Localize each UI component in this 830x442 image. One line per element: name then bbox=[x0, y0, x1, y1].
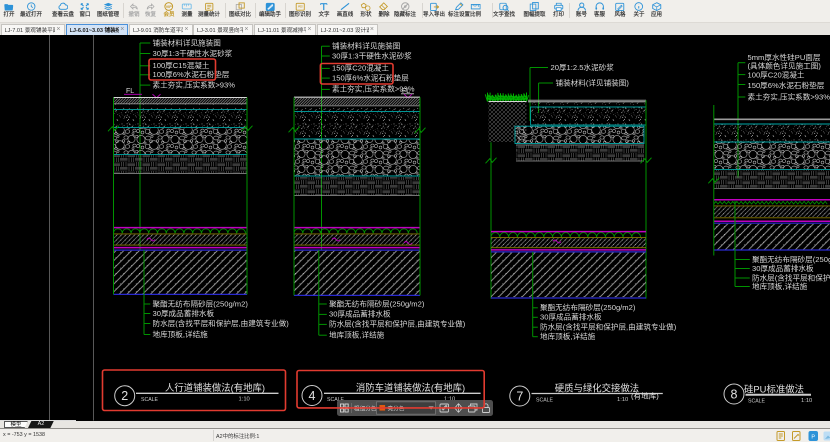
svg-text:AB: AB bbox=[298, 4, 303, 8]
svg-text:P: P bbox=[811, 434, 815, 440]
svg-text:VIP: VIP bbox=[166, 4, 172, 8]
